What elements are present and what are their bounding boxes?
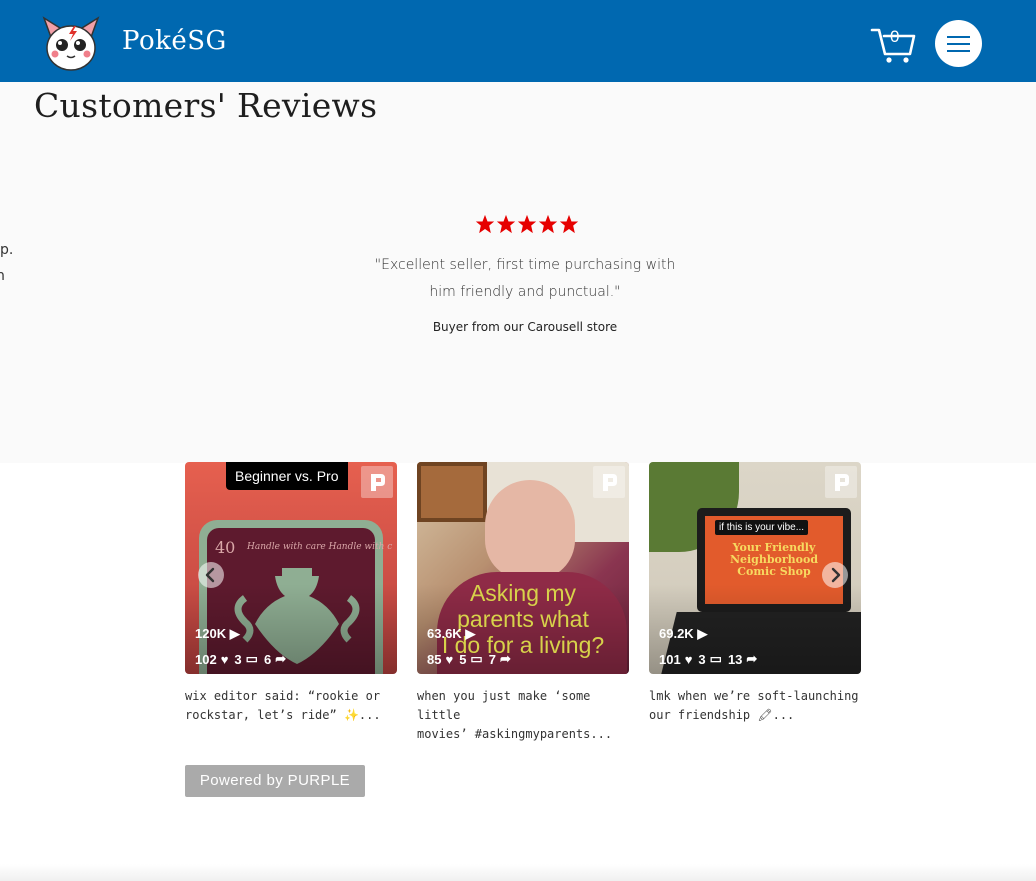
heart-icon: ♥: [684, 651, 693, 667]
chevron-left-icon: [205, 567, 215, 583]
likes-count: 101: [659, 651, 681, 667]
hamburger-icon: [947, 43, 970, 45]
hamburger-icon: [947, 50, 970, 52]
purple-logo-icon: [361, 466, 393, 498]
play-icon: ▶: [465, 626, 476, 641]
menu-button[interactable]: [935, 20, 982, 67]
card-stats-engagement: 101 ♥ 3 ▭ 13 ➦: [659, 651, 757, 667]
overlay-line: Asking my: [469, 580, 577, 606]
star-icon: [475, 214, 495, 234]
review-author: Buyer from our Carousell store: [432, 320, 618, 334]
card-caption[interactable]: lmk when we’re soft-launching our friend…: [649, 687, 864, 725]
views-count: 120K: [195, 626, 227, 641]
card-caption[interactable]: when you just make ‘some little movies’ …: [417, 687, 632, 744]
star-icon: [517, 214, 537, 234]
previous-review-peek: p.: [0, 242, 14, 258]
star-icon: [538, 214, 558, 234]
hamburger-icon: [947, 36, 970, 38]
rating-stars: [475, 214, 579, 236]
caption-line: when you just make ‘some little: [417, 689, 591, 722]
person-figure: [485, 480, 575, 580]
share-icon: ➦: [746, 651, 758, 666]
play-icon: ▶: [697, 626, 708, 641]
shares-count: 6: [263, 651, 272, 667]
comment-icon: ▭: [470, 651, 483, 666]
purple-logo-icon: [825, 466, 857, 498]
carousel-next-button[interactable]: [822, 562, 848, 588]
feed-card[interactable]: Asking my parents what I do for a living…: [417, 462, 629, 674]
card-stats-views: 69.2K ▶: [659, 626, 707, 642]
caption-line: wix editor said: “rookie or: [185, 689, 381, 703]
views-count: 63.6K: [427, 626, 462, 641]
comments-count: 3: [698, 651, 706, 667]
play-icon: ▶: [229, 626, 240, 641]
card-overlay-text: Asking my parents what I do for a living…: [417, 580, 629, 658]
footer-divider: [0, 864, 1036, 881]
card-stats-engagement: 102 ♥ 3 ▭ 6 ➦: [195, 651, 286, 667]
star-icon: [496, 214, 516, 234]
logo-icon[interactable]: [38, 14, 104, 74]
cart-count[interactable]: 0: [890, 27, 899, 47]
card-stats-views: 63.6K ▶: [427, 626, 475, 642]
chevron-right-icon: [831, 567, 841, 583]
carousel-prev-button[interactable]: [198, 562, 224, 588]
previous-review-peek: n: [0, 268, 5, 284]
purple-logo-icon: [593, 466, 625, 498]
star-icon: [559, 214, 579, 234]
share-icon: ➦: [499, 651, 511, 666]
heart-icon: ♥: [445, 651, 454, 667]
likes-count: 102: [195, 651, 217, 667]
likes-count: 85: [427, 651, 442, 667]
brand-name[interactable]: PokéSG: [122, 26, 227, 56]
heart-icon: ♥: [220, 651, 229, 667]
caption-line: movies’ #askingmyparents...: [417, 727, 613, 741]
comments-count: 5: [459, 651, 467, 667]
comments-count: 3: [234, 651, 242, 667]
comment-icon: ▭: [245, 651, 258, 666]
caption-line: rockstar, let’s ride” ✨...: [185, 708, 381, 722]
card-caption[interactable]: wix editor said: “rookie or rockstar, le…: [185, 687, 400, 725]
reviews-section: Customers' Reviews p. n "Excellent selle…: [0, 82, 1036, 463]
views-count: 69.2K: [659, 626, 694, 641]
share-icon: ➦: [275, 651, 287, 666]
caption-line: our friendship 🖍...: [649, 708, 795, 722]
shares-count: 7: [488, 651, 496, 667]
card-stats-views: 120K ▶: [195, 626, 240, 642]
reviews-title: Customers' Reviews: [34, 86, 378, 125]
powered-by-button[interactable]: Powered by PURPLE: [185, 765, 365, 797]
caption-line: lmk when we’re soft-launching: [649, 689, 859, 703]
card-badge: Beginner vs. Pro: [226, 462, 348, 490]
site-header: PokéSG 0: [0, 0, 1036, 82]
review-quote-line: him friendly and punctual.": [429, 284, 621, 300]
shares-count: 13: [727, 651, 743, 667]
comment-icon: ▭: [709, 651, 722, 666]
review-quote-line: "Excellent seller, first time purchasing…: [374, 257, 676, 273]
card-stats-engagement: 85 ♥ 5 ▭ 7 ➦: [427, 651, 511, 667]
review-quote: "Excellent seller, first time purchasing…: [330, 252, 720, 306]
card-thumbnail: [417, 462, 487, 522]
screen-tag: if this is your vibe...: [715, 520, 809, 535]
